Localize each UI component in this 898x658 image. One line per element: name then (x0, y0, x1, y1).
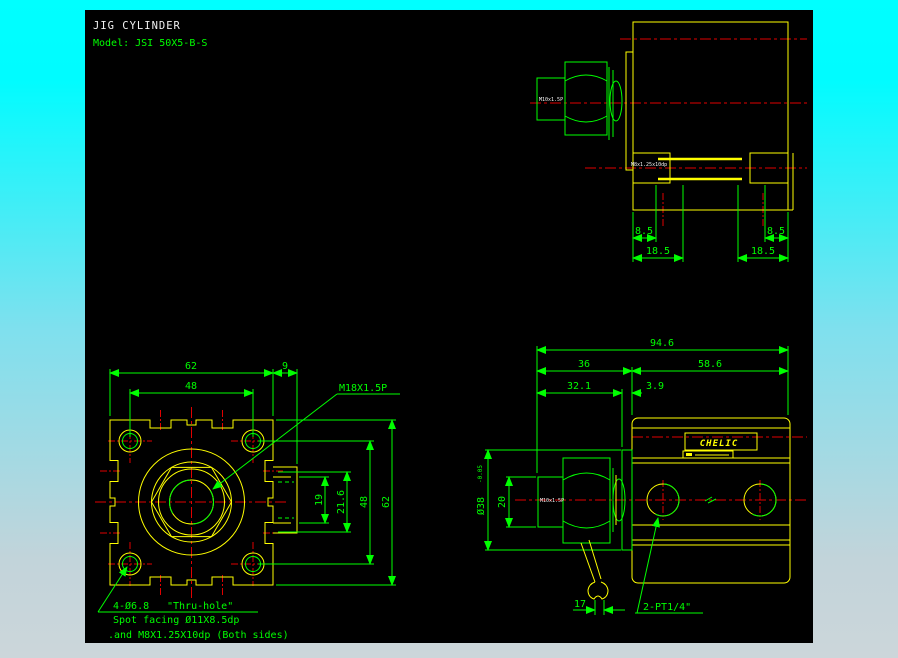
dim-20-rod-length: 20 (497, 496, 508, 508)
dim-18-5-right: 18.5 (751, 246, 775, 257)
model-label: Model: JSI 50X5-B-S (93, 38, 207, 49)
brand-label: CHELIC (700, 439, 739, 449)
note-thread-both-sides: .and M8X1.25X10dp (Both sides) (108, 630, 289, 641)
dimensions: 8.5 18.5 8.5 18.5 (633, 185, 788, 262)
dim-boss-tolerance: -0.05 (477, 465, 484, 483)
dim-32-1-rod: 32.1 (567, 381, 591, 392)
dim-3-9-plate: 3.9 (646, 381, 664, 392)
dim-18-5-left: 18.5 (646, 246, 670, 257)
port-thread-callout: M18X1.5P (213, 383, 400, 489)
dim-48-vertical: 48 (359, 496, 370, 508)
centerlines (515, 437, 807, 520)
note-thru-hole-qty: 4-Ø6.8 (113, 600, 149, 612)
rod-thread-label: M10x1.5P (539, 97, 563, 103)
dim-36-front: 36 (578, 359, 590, 370)
page-title: JIG CYLINDER (93, 20, 181, 32)
note-spot-facing: Spot facing Ø11X8.5dp (113, 614, 239, 626)
wrench-flats-callout: 17 (573, 540, 625, 615)
desktop-background: JIG CYLINDER Model: JSI 50X5-B-S (0, 0, 898, 658)
port-callout: 2-PT1/4" (635, 518, 703, 613)
drawing-canvas: JIG CYLINDER Model: JSI 50X5-B-S (85, 10, 813, 643)
cad-drawing: JIG CYLINDER Model: JSI 50X5-B-S (85, 10, 813, 643)
dim-9-boss: 9 (282, 361, 288, 372)
note-thru-hole: "Thru-hole" (167, 601, 233, 612)
dim-17-wrench: 17 (574, 599, 586, 610)
mount-thread-label: M8x1.25x10dp (631, 162, 667, 168)
cylinder-body-outline (626, 22, 793, 210)
dim-8-5-left: 8.5 (635, 226, 653, 237)
port-size-label: 2-PT1/4" (643, 602, 691, 613)
thread-m18-label: M18X1.5P (339, 383, 387, 394)
rod-thread-label: M10x1.5P (540, 498, 564, 504)
dim-94-6-total: 94.6 (650, 338, 674, 349)
top-side-view: M10x1.5P M8x1.25x10dp 8.5 18.5 8.5 (530, 22, 807, 262)
dim-48-horizontal: 48 (185, 381, 197, 392)
hole-notes: 4-Ø6.8 "Thru-hole" Spot facing Ø11X8.5dp… (98, 567, 289, 641)
dim-boss-diameter: Ø38 (475, 497, 487, 515)
dim-19-rod: 19 (314, 494, 325, 506)
front-view: 62 9 48 19 21.6 48 62 M1 (95, 361, 400, 641)
dim-62-height: 62 (381, 496, 392, 508)
dim-21-6-hex: 21.6 (336, 490, 347, 514)
dim-62-width: 62 (185, 361, 197, 372)
dim-58-6-body: 58.6 (698, 359, 722, 370)
side-view: CHELIC (475, 338, 807, 615)
boss-profile (273, 467, 297, 533)
dim-8-5-right: 8.5 (767, 226, 785, 237)
